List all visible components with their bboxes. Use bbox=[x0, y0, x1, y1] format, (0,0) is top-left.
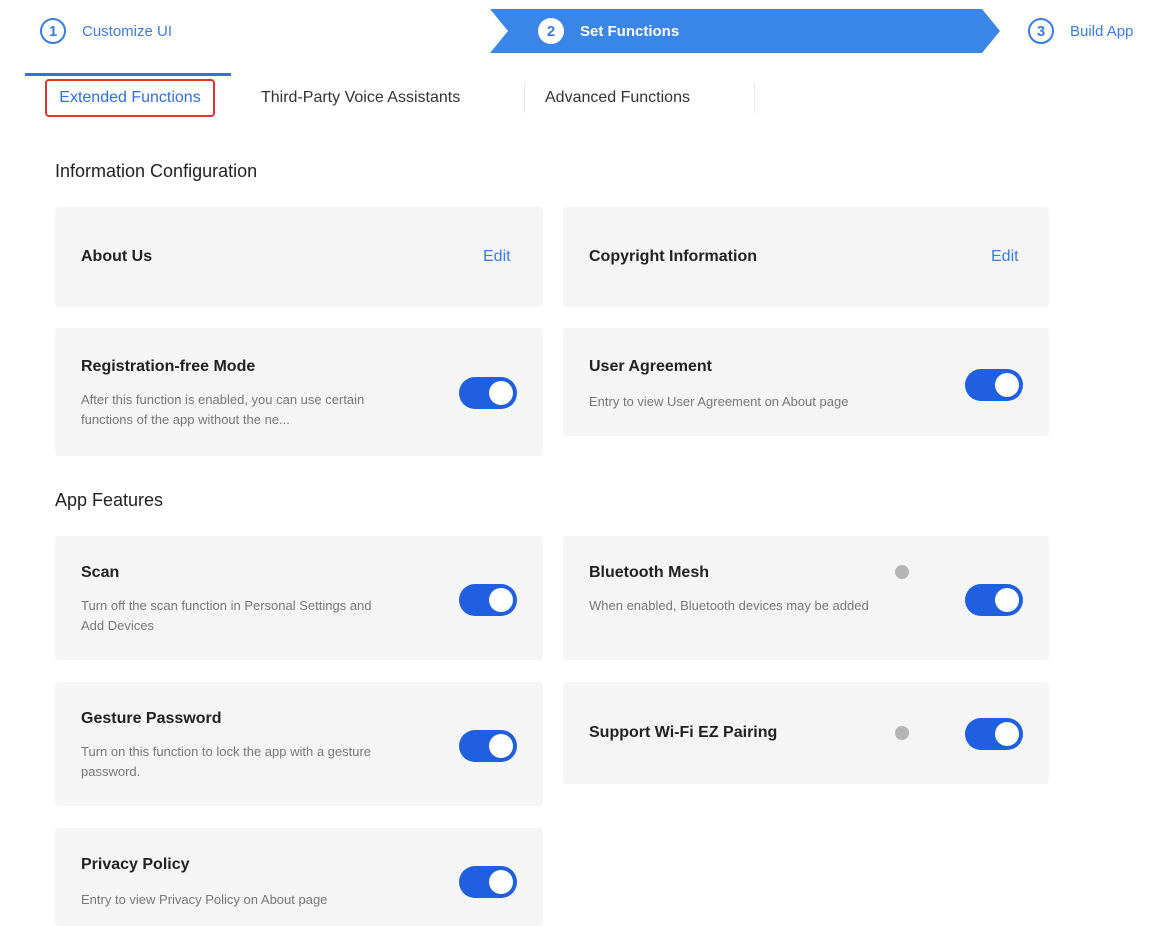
card-scan: Scan Turn off the scan function in Perso… bbox=[55, 536, 543, 660]
card-bluetooth-mesh: Bluetooth Mesh When enabled, Bluetooth d… bbox=[563, 536, 1049, 660]
step-label: Customize UI bbox=[82, 22, 173, 40]
card-user-agreement: User Agreement Entry to view User Agreem… bbox=[563, 328, 1049, 436]
tab-third-party-voice-assistants[interactable]: Third-Party Voice Assistants bbox=[235, 83, 525, 113]
card-title: Bluetooth Mesh bbox=[589, 564, 709, 581]
card-registration-free-mode: Registration-free Mode After this functi… bbox=[55, 328, 543, 456]
step-set-functions[interactable]: 2 Set Functions bbox=[538, 9, 679, 53]
tab-advanced-functions[interactable]: Advanced Functions bbox=[525, 83, 755, 113]
wifi-ez-pairing-toggle[interactable] bbox=[965, 718, 1023, 750]
toggle-knob bbox=[995, 373, 1019, 397]
card-title: Registration-free Mode bbox=[81, 358, 256, 375]
step-label: Build App bbox=[1070, 22, 1134, 40]
tab-label: Advanced Functions bbox=[545, 89, 690, 106]
card-privacy-policy: Privacy Policy Entry to view Privacy Pol… bbox=[55, 828, 543, 926]
card-gesture-password: Gesture Password Turn on this function t… bbox=[55, 682, 543, 806]
card-description: When enabled, Bluetooth devices may be a… bbox=[589, 598, 869, 613]
card-support-wifi-ez-pairing: Support Wi-Fi EZ Pairing bbox=[563, 682, 1049, 784]
info-icon[interactable] bbox=[895, 726, 909, 740]
section-title-app-features: App Features bbox=[55, 490, 164, 510]
card-title: About Us bbox=[81, 248, 153, 265]
tab-label: Extended Functions bbox=[45, 79, 215, 117]
card-title: Gesture Password bbox=[81, 710, 222, 727]
card-description: Turn on this function to lock the app wi… bbox=[81, 744, 372, 779]
section-title-information-configuration: Information Configuration bbox=[55, 161, 258, 181]
toggle-knob bbox=[995, 588, 1019, 612]
gesture-password-toggle[interactable] bbox=[459, 730, 517, 762]
tab-extended-functions[interactable]: Extended Functions bbox=[25, 72, 235, 124]
card-description: Turn off the scan function in Personal S… bbox=[81, 598, 372, 633]
step-number: 3 bbox=[1028, 18, 1054, 44]
tab-bar: Extended Functions Third-Party Voice Ass… bbox=[25, 72, 755, 124]
card-description: After this function is enabled, you can … bbox=[81, 392, 365, 427]
about-us-edit-link[interactable]: Edit bbox=[483, 248, 511, 266]
scan-toggle[interactable] bbox=[459, 584, 517, 616]
card-description: Entry to view User Agreement on About pa… bbox=[589, 394, 849, 409]
bluetooth-mesh-toggle[interactable] bbox=[965, 584, 1023, 616]
card-title: Copyright Information bbox=[589, 248, 757, 265]
step-build-app[interactable]: 3 Build App bbox=[1028, 9, 1133, 53]
card-title: User Agreement bbox=[589, 358, 713, 375]
card-title: Scan bbox=[81, 564, 120, 581]
step-customize-ui[interactable]: 1 Customize UI bbox=[40, 9, 172, 53]
step-label: Set Functions bbox=[580, 22, 680, 40]
info-icon[interactable] bbox=[895, 565, 909, 579]
stepper: 1 Customize UI 2 Set Functions 3 Build A… bbox=[30, 9, 1171, 53]
toggle-knob bbox=[489, 870, 513, 894]
privacy-policy-toggle[interactable] bbox=[459, 866, 517, 898]
card-description: Entry to view Privacy Policy on About pa… bbox=[81, 892, 328, 907]
card-copyright-information: Copyright Information Edit bbox=[563, 207, 1049, 307]
toggle-knob bbox=[489, 588, 513, 612]
tab-label: Third-Party Voice Assistants bbox=[261, 89, 461, 106]
step-number: 1 bbox=[40, 18, 66, 44]
toggle-knob bbox=[489, 734, 513, 758]
step-number: 2 bbox=[538, 18, 564, 44]
toggle-knob bbox=[489, 381, 513, 405]
card-title: Support Wi-Fi EZ Pairing bbox=[589, 724, 778, 741]
registration-free-mode-toggle[interactable] bbox=[459, 377, 517, 409]
toggle-knob bbox=[995, 722, 1019, 746]
user-agreement-toggle[interactable] bbox=[965, 369, 1023, 401]
card-about-us: About Us Edit bbox=[55, 207, 543, 307]
card-title: Privacy Policy bbox=[81, 856, 190, 873]
copyright-edit-link[interactable]: Edit bbox=[991, 248, 1019, 266]
